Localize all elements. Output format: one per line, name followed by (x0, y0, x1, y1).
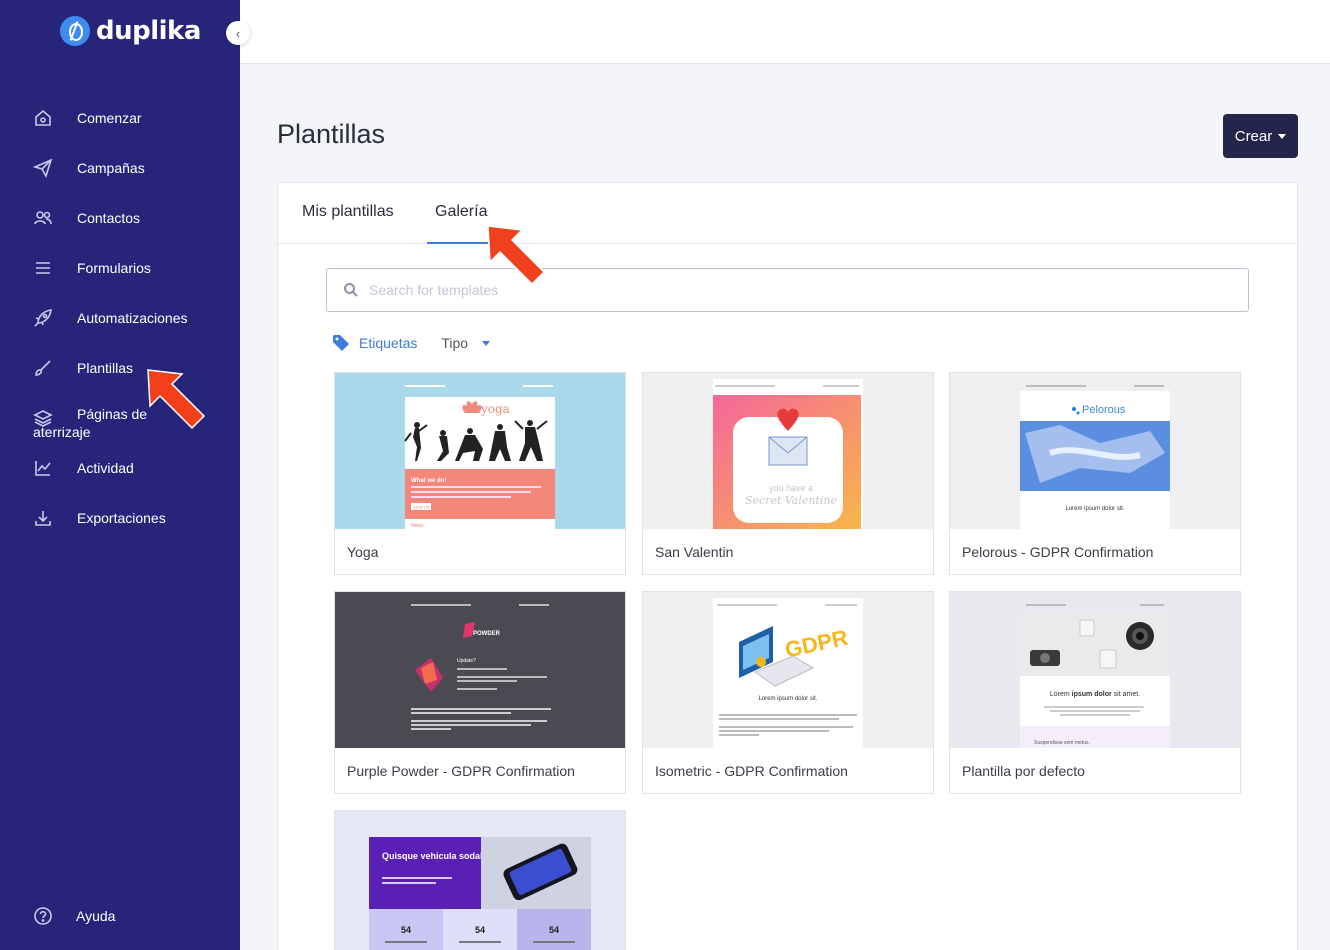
download-icon (33, 508, 53, 528)
tab-bar: Mis plantillas Galería (278, 183, 1297, 244)
powder-heading: Update? (457, 658, 476, 664)
default-caption: Lorem ipsum dolor sit amet. (1050, 691, 1140, 698)
annotation-arrow-icon (487, 225, 546, 286)
valentine-line-2: Secret Valentine (745, 494, 838, 507)
sidebar-item-label: Contactos (77, 210, 141, 226)
template-thumbnail: Pelorous Lorem ipsum dolor sit. (950, 373, 1240, 529)
sidebar-item-label: Exportaciones (77, 510, 166, 526)
tag-icon (333, 335, 349, 351)
yoga-news-text: News (411, 523, 424, 529)
sidebar-item-ayuda[interactable]: Ayuda (0, 894, 240, 938)
sidebar-item-label: Actividad (77, 460, 134, 476)
template-thumbnail: Quisque vehicula sodales 54 54 54 (335, 811, 625, 950)
template-thumbnail: yoga What we do! SIGN UP News (335, 373, 625, 529)
template-card-default[interactable]: Lorem ipsum dolor sit amet. Suspendisse … (949, 591, 1241, 794)
valentine-line-1: you have a (769, 483, 813, 493)
chevron-left-icon: ‹ (235, 25, 241, 41)
type-filter[interactable]: Tipo (441, 335, 468, 351)
paper-plane-icon (33, 158, 53, 178)
sidebar-item-label: Campañas (77, 160, 145, 176)
yoga-button-text: SIGN UP (413, 505, 430, 510)
sidebar-item-label-line2: aterrizaje (33, 424, 91, 440)
sidebar-item-formularios[interactable]: Formularios (0, 246, 240, 290)
sidebar-collapse-button[interactable]: ‹ (226, 21, 250, 45)
default-sub-text: Suspendisse sem metus. (1034, 740, 1090, 746)
template-name: Purple Powder - GDPR Confirmation (347, 763, 575, 779)
template-card-promo[interactable]: Quisque vehicula sodales 54 54 54 (334, 810, 626, 950)
annotation-arrow-icon (147, 369, 206, 430)
template-card-san-valentin[interactable]: you have a Secret Valentine San Valentin (642, 372, 934, 575)
caret-down-icon[interactable] (482, 340, 491, 346)
brand-name: duplika (96, 16, 201, 46)
search-box[interactable] (326, 268, 1249, 312)
sidebar-item-label: Ayuda (76, 908, 116, 924)
template-thumbnail: Lorem ipsum dolor sit amet. Suspendisse … (950, 592, 1240, 748)
sidebar-item-campanas[interactable]: Campañas (0, 146, 240, 190)
page-title: Plantillas (277, 119, 386, 149)
sidebar-item-label: Plantillas (77, 360, 134, 376)
create-button[interactable]: Crear (1223, 114, 1298, 158)
template-name: Plantilla por defecto (962, 763, 1085, 779)
promo-stat-1: 54 (401, 925, 411, 935)
tags-filter[interactable]: Etiquetas (359, 335, 417, 351)
promo-stat-2: 54 (475, 925, 485, 935)
template-card-yoga[interactable]: yoga What we do! SIGN UP News Yoga (334, 372, 626, 575)
powder-brand-text: POWDER (473, 631, 501, 637)
promo-stat-3: 54 (549, 925, 559, 935)
sidebar-item-contactos[interactable]: Contactos (0, 196, 240, 240)
question-circle-icon (33, 906, 53, 926)
sidebar-item-label: Páginas de (77, 406, 148, 422)
sidebar: duplika Comenzar Campañas Contactos Form… (0, 0, 240, 950)
template-name: Yoga (347, 544, 379, 560)
duplika-logo-icon (60, 16, 90, 46)
template-thumbnail: GDPR Lorem ipsum dolor sit. (643, 592, 933, 748)
top-bar (240, 0, 1330, 64)
tab-mis-plantillas[interactable]: Mis plantillas (302, 203, 394, 221)
caret-down-icon (1278, 133, 1287, 139)
sidebar-item-exportaciones[interactable]: Exportaciones (0, 496, 240, 540)
yoga-heading: What we do! (411, 478, 446, 484)
template-name: Isometric - GDPR Confirmation (655, 763, 848, 779)
chart-line-icon (33, 458, 53, 478)
sidebar-item-label: Comenzar (77, 110, 142, 126)
template-name: Pelorous - GDPR Confirmation (962, 544, 1154, 560)
search-icon (344, 283, 358, 297)
home-icon (33, 108, 53, 128)
template-card-isometric[interactable]: GDPR Lorem ipsum dolor sit. Isometric - … (642, 591, 934, 794)
template-thumbnail: POWDER Update? (335, 592, 625, 748)
tab-galeria[interactable]: Galería (426, 203, 497, 244)
pelorous-caption: Lorem ipsum dolor sit. (1065, 506, 1124, 512)
template-card-purple-powder[interactable]: POWDER Update? Purple Powder - GDPR Conf… (334, 591, 626, 794)
yoga-brand-text: yoga (480, 402, 510, 416)
pelorous-brand-text: Pelorous (1082, 404, 1126, 416)
brand-logo[interactable]: duplika (60, 16, 201, 46)
template-card-pelorous[interactable]: Pelorous Lorem ipsum dolor sit. Pelorous… (949, 372, 1241, 575)
filter-bar: Etiquetas Tipo (332, 333, 491, 353)
template-name: San Valentin (655, 544, 734, 560)
users-icon (33, 208, 53, 228)
sidebar-item-label: Formularios (77, 260, 151, 276)
sidebar-item-comenzar[interactable]: Comenzar (0, 96, 240, 140)
sidebar-item-automatizaciones[interactable]: Automatizaciones (0, 296, 240, 340)
brush-icon (33, 358, 53, 378)
sidebar-item-label: Automatizaciones (77, 310, 188, 326)
promo-heading: Quisque vehicula sodales (382, 851, 493, 861)
sidebar-item-actividad[interactable]: Actividad (0, 446, 240, 490)
create-button-label: Crear (1234, 127, 1273, 145)
template-thumbnail: you have a Secret Valentine (643, 373, 933, 529)
rocket-icon (33, 308, 53, 328)
isometric-caption: Lorem ipsum dolor sit. (758, 696, 817, 702)
menu-lines-icon (33, 258, 53, 278)
